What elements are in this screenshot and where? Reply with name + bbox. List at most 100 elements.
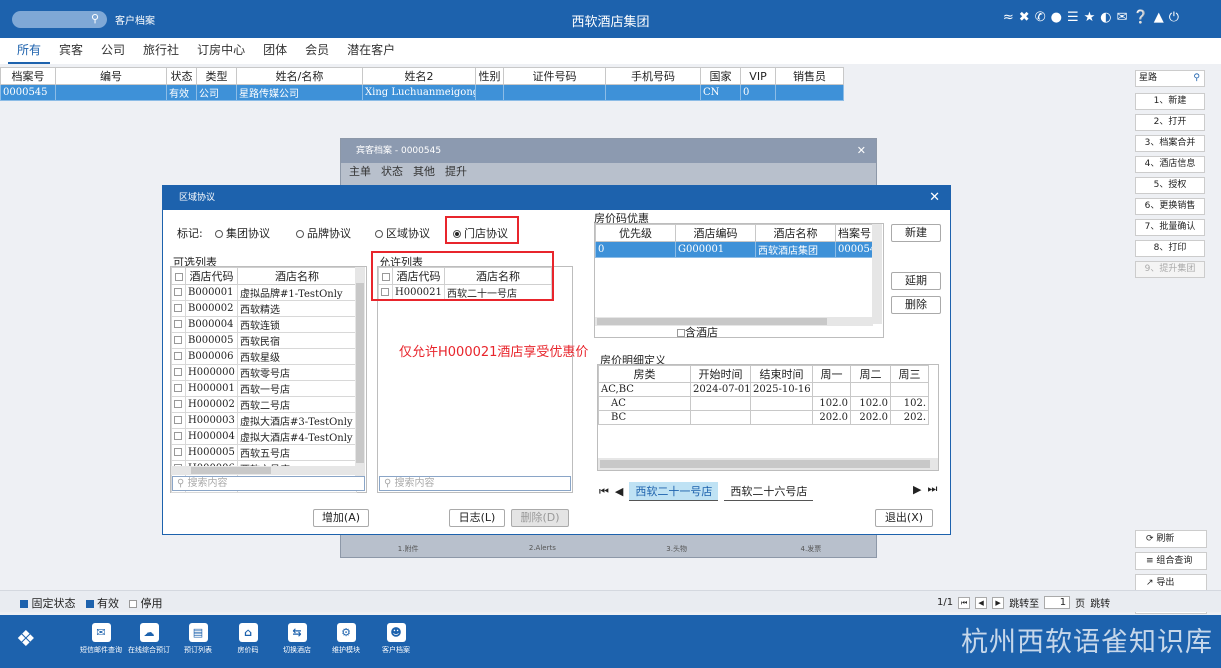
tab-member[interactable]: 会员	[296, 41, 338, 64]
row-checkbox[interactable]	[171, 364, 186, 381]
open-button[interactable]: 2、打开	[1135, 114, 1205, 131]
row-checkbox[interactable]	[171, 348, 186, 365]
col-header[interactable]: 优先级	[595, 224, 676, 242]
col-header[interactable]: 酒店编码	[675, 224, 756, 242]
col-header[interactable]: 周二	[850, 365, 891, 383]
next-page-icon[interactable]: ▶	[913, 483, 921, 496]
col-header[interactable]: 编号	[55, 67, 167, 85]
first-page-icon[interactable]: ⏮	[599, 485, 609, 499]
menu-icon[interactable]: ☰	[1067, 10, 1079, 25]
footer-tab[interactable]: 1.附件	[341, 544, 475, 558]
col-header[interactable]: 开始时间	[690, 365, 751, 383]
include-hotel-checkbox[interactable]: 含酒店	[677, 324, 718, 340]
table-row[interactable]: B000005 西软民宿	[171, 332, 357, 349]
last-page-icon[interactable]: ⏭	[927, 482, 937, 496]
table-row[interactable]: H000003 虚拟大酒店#3-TestOnly	[171, 412, 357, 429]
remove-button[interactable]: 删除(D)	[511, 509, 569, 527]
prev-page-button[interactable]: ◀	[975, 596, 988, 609]
merge-profile-button[interactable]: 3、档案合并	[1135, 135, 1205, 152]
col-header[interactable]: 酒店名称	[755, 224, 836, 242]
tab-all[interactable]: 所有	[8, 41, 51, 64]
close-icon[interactable]: ✕	[857, 139, 866, 163]
col-header[interactable]: 证件号码	[503, 67, 606, 85]
global-search-input[interactable]: ⚲	[12, 11, 107, 28]
col-header[interactable]: 酒店代码	[185, 267, 238, 285]
dock-customer-profile[interactable]: ☻ 客户档案	[369, 623, 423, 655]
dock-online-booking[interactable]: ☁ 在线综合预订	[122, 623, 176, 655]
table-row[interactable]: H000001 西软一号店	[171, 380, 357, 397]
col-header[interactable]: 档案号	[835, 224, 874, 242]
fixed-status-checkbox[interactable]: 固定状态	[20, 595, 76, 611]
row-checkbox[interactable]	[171, 332, 186, 349]
allowed-search-input[interactable]: ⚲ 搜索内容	[379, 476, 571, 491]
print-button[interactable]: 8、打印	[1135, 240, 1205, 257]
col-header[interactable]: 结束时间	[750, 365, 813, 383]
col-header[interactable]: 类型	[196, 67, 237, 85]
table-row[interactable]: AC,BC 2024-07-01 2025-10-16	[598, 382, 929, 397]
mail-icon[interactable]: ✉	[1117, 10, 1128, 25]
menu-item-status[interactable]: 状态	[381, 163, 403, 178]
add-button[interactable]: 增加(A)	[313, 509, 369, 527]
combo-query-button[interactable]: ≡ 组合查询	[1135, 552, 1207, 570]
table-row[interactable]: H000000 西软零号店	[171, 364, 357, 381]
row-checkbox[interactable]	[171, 300, 186, 317]
vertical-scrollbar[interactable]	[872, 224, 882, 324]
tab-group[interactable]: 团体	[254, 41, 296, 64]
col-header[interactable]: 档案号	[0, 67, 56, 85]
tools-icon[interactable]: ✖	[1019, 10, 1030, 25]
table-row[interactable]: AC 102.0 102.0 102.	[598, 396, 929, 411]
power-icon[interactable]: ⏻	[1169, 10, 1179, 25]
dock-maintenance[interactable]: ⚙ 维护模块	[319, 623, 373, 655]
col-header[interactable]: 国家	[700, 67, 741, 85]
phone-icon[interactable]: ✆	[1035, 10, 1046, 25]
table-row[interactable]: H000004 虚拟大酒店#4-TestOnly	[171, 428, 357, 445]
exit-button[interactable]: 退出(X)	[875, 509, 933, 527]
horizontal-scrollbar[interactable]	[598, 458, 938, 470]
prev-page-icon[interactable]: ◀	[615, 485, 623, 498]
extend-button[interactable]: 延期	[891, 272, 941, 290]
help-icon[interactable]: ❔	[1133, 10, 1149, 25]
row-checkbox[interactable]	[171, 412, 186, 429]
table-row[interactable]: BC 202.0 202.0 202.	[598, 410, 929, 425]
table-row[interactable]: B000002 西软精选	[171, 300, 357, 317]
row-checkbox[interactable]	[171, 428, 186, 445]
table-row[interactable]: 0000545 有效 公司 星路传媒公司 Xing Luchuanmeigong…	[0, 84, 844, 101]
menu-item-main[interactable]: 主单	[349, 163, 371, 178]
tab-company[interactable]: 公司	[92, 41, 134, 64]
radio-brand-agreement[interactable]: 品牌协议	[296, 225, 351, 241]
available-search-input[interactable]: ⚲ 搜索内容	[172, 476, 365, 491]
col-header[interactable]: 手机号码	[605, 67, 701, 85]
menu-item-other[interactable]: 其他	[413, 163, 435, 178]
col-header[interactable]: 周三	[890, 365, 929, 383]
star-icon[interactable]: ★	[1084, 10, 1096, 25]
jump-button[interactable]: 跳转	[1090, 595, 1110, 610]
col-header[interactable]: 销售员	[775, 67, 844, 85]
table-row[interactable]: H000005 西软五号店	[171, 444, 357, 461]
refresh-button[interactable]: ⟳ 刷新	[1135, 530, 1207, 548]
col-header[interactable]: 性别	[475, 67, 504, 85]
col-header[interactable]: 酒店名称	[237, 267, 357, 285]
col-header[interactable]: 状态	[166, 67, 197, 85]
new-button[interactable]: 1、新建	[1135, 93, 1205, 110]
col-header[interactable]: 周一	[812, 365, 851, 383]
palette-icon[interactable]: ●	[1051, 10, 1062, 25]
col-header[interactable]: 姓名2	[362, 67, 476, 85]
vertical-scrollbar[interactable]	[355, 267, 365, 477]
table-row[interactable]: H000002 西软二号店	[171, 396, 357, 413]
footer-tab[interactable]: 2.Alerts	[475, 544, 609, 558]
tab-potential[interactable]: 潜在客户	[338, 41, 404, 64]
dock-booking-list[interactable]: ▤ 预订列表	[171, 623, 225, 655]
next-page-button[interactable]: ▶	[992, 596, 1005, 609]
page-number-input[interactable]: 1	[1044, 596, 1071, 609]
log-button[interactable]: 日志(L)	[449, 509, 505, 527]
batch-confirm-button[interactable]: 7、批量确认	[1135, 219, 1205, 236]
select-all-checkbox[interactable]	[171, 267, 186, 285]
dock-sms-email[interactable]: ✉ 短信邮件查询	[74, 623, 128, 655]
delete-rate-button[interactable]: 删除	[891, 296, 941, 314]
close-icon[interactable]: ✕	[929, 186, 940, 210]
new-rate-button[interactable]: 新建	[891, 224, 941, 242]
col-header[interactable]: VIP	[740, 67, 776, 85]
active-checkbox[interactable]: 有效	[85, 595, 119, 611]
hotel-info-button[interactable]: 4、酒店信息	[1135, 156, 1205, 173]
dock-switch-hotel[interactable]: ⇆ 切换酒店	[270, 623, 324, 655]
